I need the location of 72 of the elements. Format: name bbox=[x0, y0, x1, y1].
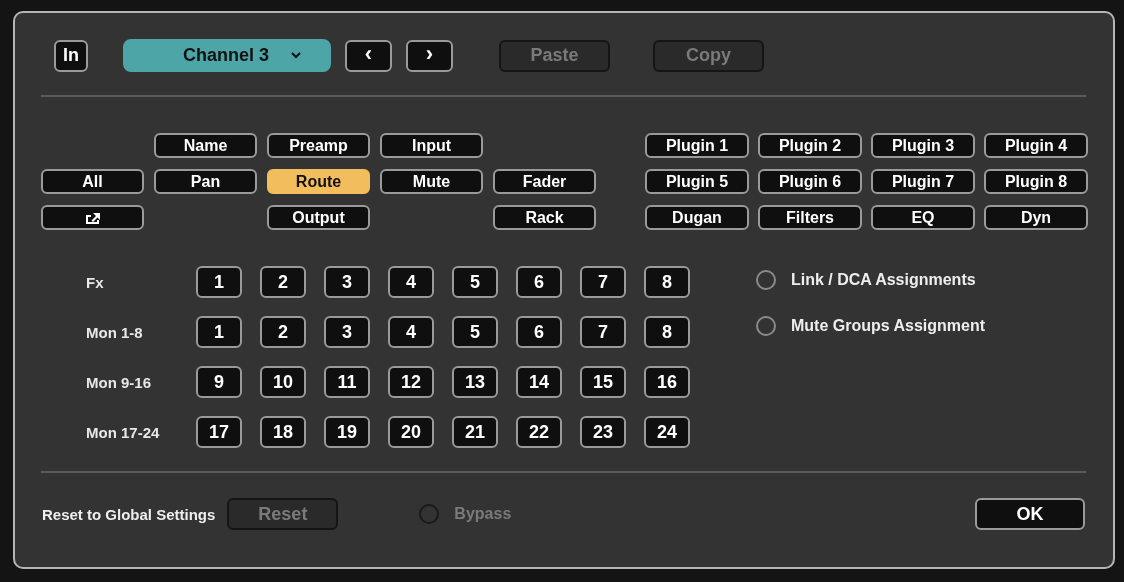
row-label: Mon 1-8 bbox=[86, 323, 144, 341]
send-button[interactable]: 7 bbox=[580, 266, 626, 298]
plugin-button[interactable]: Plugin 3 bbox=[871, 133, 975, 158]
send-button[interactable]: 4 bbox=[388, 266, 434, 298]
send-button[interactable]: 17 bbox=[196, 416, 242, 448]
export-icon bbox=[83, 210, 102, 225]
next-button[interactable]: › bbox=[406, 39, 453, 72]
filter-button[interactable]: All bbox=[41, 169, 144, 194]
send-button[interactable]: 22 bbox=[516, 416, 562, 448]
send-button[interactable]: 20 bbox=[388, 416, 434, 448]
send-button[interactable]: 7 bbox=[580, 316, 626, 348]
send-button[interactable]: 3 bbox=[324, 266, 370, 298]
send-button[interactable]: 3 bbox=[324, 316, 370, 348]
send-button[interactable]: 10 bbox=[260, 366, 306, 398]
row-label: Mon 9-16 bbox=[86, 373, 152, 391]
plugin-button[interactable]: Dugan bbox=[645, 205, 749, 230]
send-button[interactable]: 21 bbox=[452, 416, 498, 448]
send-button[interactable]: 18 bbox=[260, 416, 306, 448]
plugin-button[interactable]: Dyn bbox=[984, 205, 1088, 230]
send-button[interactable]: 15 bbox=[580, 366, 626, 398]
plugin-button[interactable]: Plugin 1 bbox=[645, 133, 749, 158]
plugin-button[interactable]: Plugin 7 bbox=[871, 169, 975, 194]
plugin-button[interactable]: Filters bbox=[758, 205, 862, 230]
plugin-button[interactable]: Plugin 8 bbox=[984, 169, 1088, 194]
plugin-button[interactable]: Plugin 6 bbox=[758, 169, 862, 194]
radio-button[interactable] bbox=[756, 270, 776, 290]
send-button[interactable]: 14 bbox=[516, 366, 562, 398]
send-button[interactable]: 11 bbox=[324, 366, 370, 398]
ok-button[interactable]: OK bbox=[975, 498, 1085, 530]
plugin-button[interactable]: Plugin 4 bbox=[984, 133, 1088, 158]
radio-label: Link / DCA Assignments bbox=[791, 271, 976, 289]
plugin-button[interactable]: EQ bbox=[871, 205, 975, 230]
send-button[interactable]: 2 bbox=[260, 266, 306, 298]
send-button[interactable]: 5 bbox=[452, 316, 498, 348]
row-label: Mon 17-24 bbox=[86, 423, 161, 441]
send-button[interactable]: 23 bbox=[580, 416, 626, 448]
radio-button[interactable] bbox=[756, 316, 776, 336]
send-button[interactable]: 2 bbox=[260, 316, 306, 348]
send-button[interactable]: 9 bbox=[196, 366, 242, 398]
filter-button[interactable]: Input bbox=[380, 133, 483, 158]
filter-button[interactable]: Rack bbox=[493, 205, 596, 230]
radio-label: Bypass bbox=[454, 505, 512, 523]
plugin-button[interactable]: Plugin 5 bbox=[645, 169, 749, 194]
in-button[interactable]: In bbox=[54, 39, 88, 72]
send-button[interactable]: 24 bbox=[644, 416, 690, 448]
filter-button[interactable]: Preamp bbox=[267, 133, 370, 158]
radio-label: Mute Groups Assignment bbox=[791, 317, 986, 335]
filter-button[interactable]: Pan bbox=[154, 169, 257, 194]
send-button[interactable]: 12 bbox=[388, 366, 434, 398]
reset-label: Reset to Global Settings bbox=[42, 505, 216, 523]
previous-button[interactable]: ‹ bbox=[345, 39, 392, 72]
export-button[interactable] bbox=[41, 205, 144, 230]
row-label: Fx bbox=[86, 273, 105, 291]
send-button[interactable]: 6 bbox=[516, 316, 562, 348]
plugin-button[interactable]: Plugin 2 bbox=[758, 133, 862, 158]
send-button[interactable]: 4 bbox=[388, 316, 434, 348]
send-button[interactable]: 5 bbox=[452, 266, 498, 298]
filter-button[interactable]: Fader bbox=[493, 169, 596, 194]
send-button[interactable]: 1 bbox=[196, 266, 242, 298]
send-button[interactable]: 8 bbox=[644, 266, 690, 298]
send-button[interactable]: 16 bbox=[644, 366, 690, 398]
send-button[interactable]: 19 bbox=[324, 416, 370, 448]
send-button[interactable]: 8 bbox=[644, 316, 690, 348]
send-button[interactable]: 6 bbox=[516, 266, 562, 298]
caret-icon bbox=[291, 52, 301, 59]
channel-dropdown[interactable]: Channel 3 bbox=[123, 39, 331, 72]
filter-button[interactable]: Output bbox=[267, 205, 370, 230]
send-button[interactable]: 13 bbox=[452, 366, 498, 398]
filter-button[interactable]: Route bbox=[267, 169, 370, 194]
send-button[interactable]: 1 bbox=[196, 316, 242, 348]
filter-button[interactable]: Mute bbox=[380, 169, 483, 194]
filter-button[interactable]: Name bbox=[154, 133, 257, 158]
